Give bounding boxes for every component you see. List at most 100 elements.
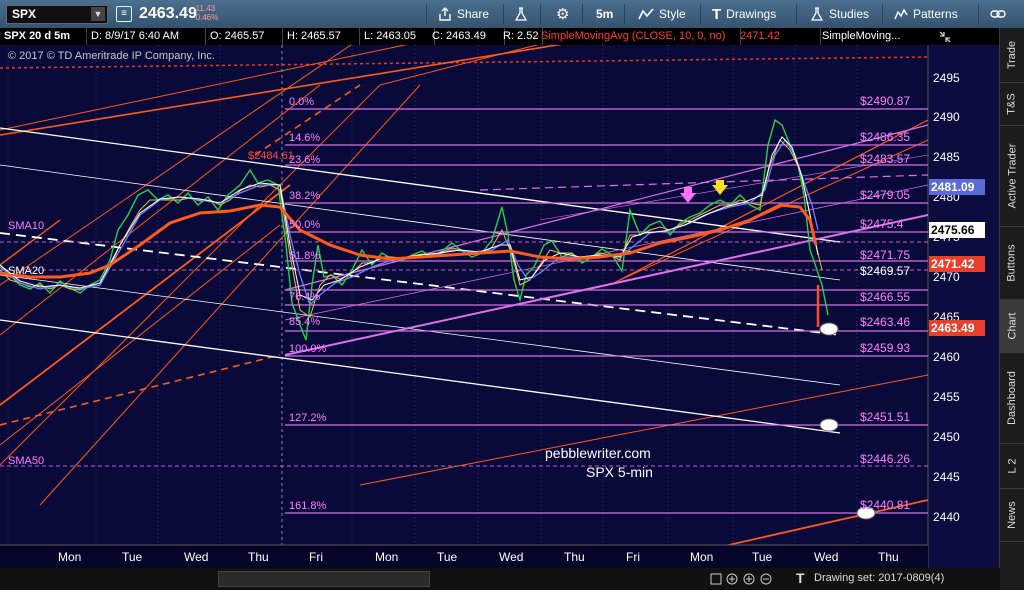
fib-price-2: $2483.57: [860, 152, 910, 166]
day-label-1: Tue: [122, 550, 143, 564]
last-price: 2463.49: [139, 5, 197, 22]
sidebar-tab-news[interactable]: News: [1000, 489, 1024, 542]
day-label-13: Thu: [878, 550, 899, 564]
fib-pct-5: 61.8%: [289, 250, 320, 262]
settings-button[interactable]: ⚙: [556, 0, 569, 28]
fib-price-3: $2479.05: [860, 188, 910, 202]
sidebar-tab-buttons[interactable]: Buttons: [1000, 227, 1024, 300]
watermark-line-1: pebblewriter.com: [545, 445, 651, 461]
text-tool-icon: T: [712, 5, 722, 23]
study-label-sma[interactable]: SimpleMovingAvg (CLOSE, 10, 0, no): [537, 28, 741, 45]
zoom-controls: [710, 573, 772, 585]
bottom-bar: T Drawing set: 2017-0809(4): [0, 568, 1000, 590]
copyright-text: © 2017 © TD Ameritrade IP Company, Inc.: [8, 50, 215, 62]
price-tick-5: 2470: [933, 270, 960, 284]
fib-price-7: $2466.55: [860, 290, 910, 304]
info-bar: SPX 20 d 5m D: 8/9/17 6:40 AM O: 2465.57…: [0, 28, 928, 45]
day-label-10: Mon: [690, 550, 713, 564]
badge-2: 2471.42: [931, 257, 975, 271]
fib-pct-6: 76.4%: [289, 291, 320, 303]
sidebar-tab-chart[interactable]: Chart: [1000, 300, 1024, 353]
link-button[interactable]: [990, 0, 1006, 28]
fib-price-1: $2486.35: [860, 130, 910, 144]
fib-price-6: $2469.57: [860, 264, 910, 278]
chart-title: SPX 20 d 5m: [0, 28, 87, 45]
day-label-5: Mon: [375, 550, 398, 564]
badge-1: 2475.66: [931, 223, 975, 237]
symbol-selector[interactable]: SPX ▼: [6, 5, 108, 24]
studies-button[interactable]: Studies: [810, 0, 869, 28]
top-toolbar: SPX ▼ ≡ 2463.49 -11.43 -0.46% Share ⚙ 5m…: [0, 0, 1024, 29]
chevron-down-icon[interactable]: ▼: [91, 7, 105, 21]
sidebar-tab-l2[interactable]: L 2: [1000, 444, 1024, 489]
flask-icon: [810, 7, 824, 21]
fib-pct-0: 0.0%: [289, 96, 314, 108]
fib-price-11: $2446.26: [860, 452, 910, 466]
gear-icon: ⚙: [556, 6, 570, 23]
watermark-line-2: SPX 5-min: [586, 464, 653, 480]
style-button[interactable]: Style: [638, 0, 686, 28]
day-label-6: Tue: [437, 550, 458, 564]
fib-price-0: $2490.87: [860, 94, 910, 108]
sidebar-tab-active-trader[interactable]: Active Trader: [1000, 126, 1024, 227]
right-sidebar: Trade T&S Active Trader Buttons Chart Da…: [999, 28, 1024, 590]
day-label-9: Fri: [626, 550, 640, 564]
study-value-sma: 2471.42: [736, 28, 821, 45]
drawings-button[interactable]: T Drawings: [712, 0, 776, 28]
collapse-icon[interactable]: [938, 30, 952, 44]
fib-pct-1: 14.6%: [289, 132, 320, 144]
bar-date: D: 8/9/17 6:40 AM: [87, 28, 206, 45]
sidebar-tab-trade[interactable]: Trade: [1000, 28, 1024, 83]
price-change: -11.43: [193, 4, 216, 13]
sidebar-tab-dashboard[interactable]: Dashboard: [1000, 353, 1024, 444]
price-tick-7: 2460: [933, 350, 960, 364]
sma20-label: SMA20: [8, 265, 44, 277]
timeframe-button[interactable]: 5m: [596, 0, 613, 28]
fib-pct-4: 50.0%: [289, 219, 320, 231]
style-icon: [638, 8, 654, 20]
price-tick-8: 2455: [933, 390, 960, 404]
day-label-8: Thu: [564, 550, 585, 564]
price-tick-2: 2485: [933, 150, 960, 164]
day-label-0: Mon: [58, 550, 81, 564]
price-tick-0: 2495: [933, 71, 960, 85]
day-label-11: Tue: [752, 550, 773, 564]
bar-open: O: 2465.57: [206, 28, 283, 45]
bar-low: L: 2463.05: [360, 28, 435, 45]
chart-settings-icon[interactable]: [710, 573, 722, 585]
sma50-label: SMA50: [8, 455, 44, 467]
horizontal-scrollbar[interactable]: [218, 571, 430, 587]
badge-3: 2463.49: [931, 321, 975, 335]
price-tick-10: 2445: [933, 470, 960, 484]
symbol-text: SPX: [12, 7, 37, 21]
share-icon: [439, 7, 451, 21]
fib-price-4: $2475.4: [860, 217, 904, 231]
day-label-12: Wed: [814, 550, 838, 564]
link-icon: [990, 10, 1006, 18]
share-button[interactable]: Share: [438, 0, 489, 28]
high-mark-label: $2484.61: [248, 150, 294, 162]
patterns-button[interactable]: Patterns: [894, 0, 958, 28]
badge-0: 2481.09: [931, 180, 975, 194]
sidebar-tab-ts[interactable]: T&S: [1000, 83, 1024, 126]
day-label-2: Wed: [184, 550, 208, 564]
price-chart[interactable]: 0.0% 14.6% 23.6% 38.2% 50.0% 61.8% 76.4%…: [0, 45, 1000, 568]
study-label-sma2[interactable]: SimpleMoving...: [818, 28, 926, 45]
fib-pct-8: 100.0%: [289, 343, 327, 355]
fib-pct-3: 38.2%: [289, 190, 320, 202]
fib-price-10: $2451.51: [860, 410, 910, 424]
day-label-7: Wed: [499, 550, 523, 564]
flask-button[interactable]: [514, 0, 528, 28]
menu-icon[interactable]: ≡: [116, 6, 132, 22]
fib-pct-9: 127.2%: [289, 412, 327, 424]
fib-price-12: $2440.81: [860, 498, 910, 512]
fib-price-9: $2459.93: [860, 341, 910, 355]
flask-icon: [514, 7, 528, 21]
text-tool-icon[interactable]: T: [796, 570, 805, 586]
fib-pct-7: 85.4%: [289, 316, 320, 328]
drawing-set-label[interactable]: Drawing set: 2017-0809(4): [814, 572, 944, 584]
price-tick-9: 2450: [933, 430, 960, 444]
price-change-pct: -0.46%: [193, 13, 219, 22]
patterns-icon: [894, 8, 908, 20]
bar-close: C: 2463.49: [428, 28, 505, 45]
